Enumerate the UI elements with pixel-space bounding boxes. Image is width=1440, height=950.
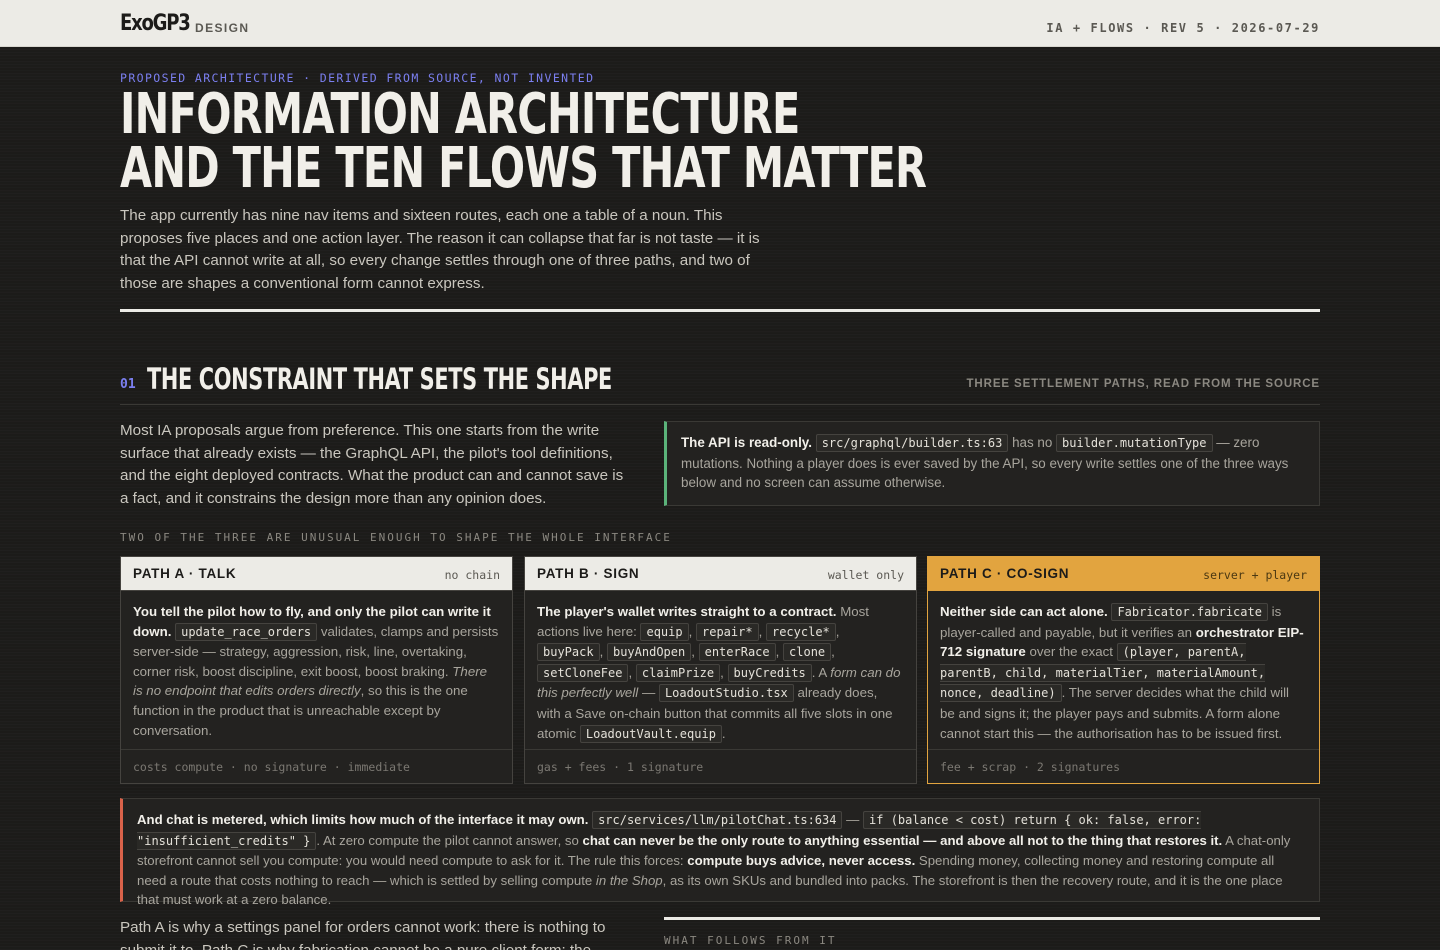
brand-subtitle: DESIGN	[195, 21, 250, 35]
code-method: recycle*	[765, 622, 836, 641]
code-method: setCloneFee	[537, 663, 629, 682]
section-title: The Constraint That Sets the Shape	[147, 362, 612, 396]
code-method: buyCredits	[727, 663, 812, 682]
code-builder-path: src/graphql/builder.ts:63	[815, 434, 1009, 452]
code-method: buyAndOpen	[606, 643, 692, 662]
section-outro: Path A is why a settings panel for order…	[120, 919, 606, 950]
card-lead: The player's wallet writes straight to a…	[537, 604, 837, 619]
meter-lead: And chat is metered, which limits how mu…	[137, 812, 589, 827]
page-title-line-2: and the Ten Flows That Matter	[120, 136, 927, 201]
card-title: PATH B · SIGN	[537, 566, 640, 581]
meter-strong: compute buys advice, never access.	[687, 853, 916, 869]
follow-label: WHAT FOLLOWS FROM IT	[664, 934, 837, 947]
card-text: over the exact	[1029, 644, 1113, 660]
section-intro: Most IA proposals argue from preference.…	[120, 422, 624, 508]
card-header: PATH B · SIGN wallet only	[525, 557, 916, 591]
card-body: You tell the pilot how to fly, and only …	[121, 591, 512, 751]
top-bar: ExoGP3 DESIGN IA + FLOWS · REV 5 · 2026-…	[0, 0, 1440, 47]
card-header: PATH C · CO-SIGN server + player	[928, 557, 1319, 591]
card-tag: no chain	[444, 568, 500, 582]
code-method: claimPrize	[635, 663, 721, 682]
card-title: PATH C · CO-SIGN	[940, 566, 1070, 581]
card-text: .	[721, 725, 726, 741]
page-title: Information Architecture and the Ten Flo…	[120, 82, 927, 201]
code-mutation-type: builder.mutationType	[1056, 434, 1213, 452]
hero-divider	[120, 309, 1320, 312]
brand-logo[interactable]: ExoGP3	[120, 11, 191, 36]
card-text: —	[641, 685, 656, 701]
code-update-race-orders: update_race_orders	[175, 622, 318, 641]
meter-strong: chat can never be the only route to anyt…	[582, 832, 1223, 848]
code-fabricate: Fabricator.fabricate	[1111, 603, 1268, 621]
revision-label: IA + FLOWS · REV 5 · 2026-07-29	[1046, 21, 1320, 35]
callout-lead: The API is read-only.	[681, 435, 812, 450]
meter-emphasis: in the Shop	[595, 872, 663, 888]
code-method: clone	[783, 643, 832, 662]
callout-text: has no	[1012, 435, 1053, 450]
meter-text: . At zero compute the pilot cannot answe…	[316, 832, 579, 848]
card-title: PATH A · TALK	[133, 566, 237, 581]
paths-group-label: TWO OF THE THREE ARE UNUSUAL ENOUGH TO S…	[120, 531, 672, 544]
code-pilot-chat-path: src/services/llm/pilotChat.ts:634	[592, 811, 843, 829]
card-lead: Neither side can act alone.	[940, 604, 1108, 619]
card-tag: wallet only	[827, 568, 904, 582]
path-card-sign: PATH B · SIGN wallet only The player's w…	[524, 556, 917, 784]
path-card-cosign: PATH C · CO-SIGN server + player Neither…	[927, 556, 1320, 784]
card-text: . A	[811, 664, 827, 680]
section-aside: THREE SETTLEMENT PATHS, READ FROM THE SO…	[966, 378, 1320, 390]
card-footer: fee + scrap · 2 signatures	[928, 749, 1319, 783]
hero-lede: The app currently has nine nav items and…	[120, 207, 760, 293]
path-card-talk: PATH A · TALK no chain You tell the pilo…	[120, 556, 513, 784]
code-method: repair*	[696, 622, 759, 641]
meter-text: —	[846, 812, 860, 827]
code-method: equip	[640, 622, 689, 641]
card-header: PATH A · TALK no chain	[121, 557, 512, 591]
follow-divider	[664, 917, 1320, 920]
section-number: 01	[120, 377, 136, 392]
card-body: Neither side can act alone. Fabricator.f…	[928, 591, 1319, 754]
code-loadout-studio: LoadoutStudio.tsx	[658, 684, 794, 703]
section-divider	[120, 404, 1320, 405]
card-body: The player's wallet writes straight to a…	[537, 604, 901, 743]
page-title-line-1: Information Architecture	[120, 82, 800, 147]
card-footer: gas + fees · 1 signature	[525, 749, 916, 783]
code-method: buyPack	[537, 643, 600, 662]
code-method: enterRace	[698, 643, 776, 662]
card-tag: server + player	[1203, 568, 1307, 582]
api-readonly-callout: The API is read-only. src/graphql/builde…	[664, 421, 1320, 506]
code-loadout-vault-equip: LoadoutVault.equip	[579, 724, 722, 743]
metered-chat-callout: And chat is metered, which limits how mu…	[120, 798, 1320, 907]
card-footer: costs compute · no signature · immediate	[121, 749, 512, 783]
